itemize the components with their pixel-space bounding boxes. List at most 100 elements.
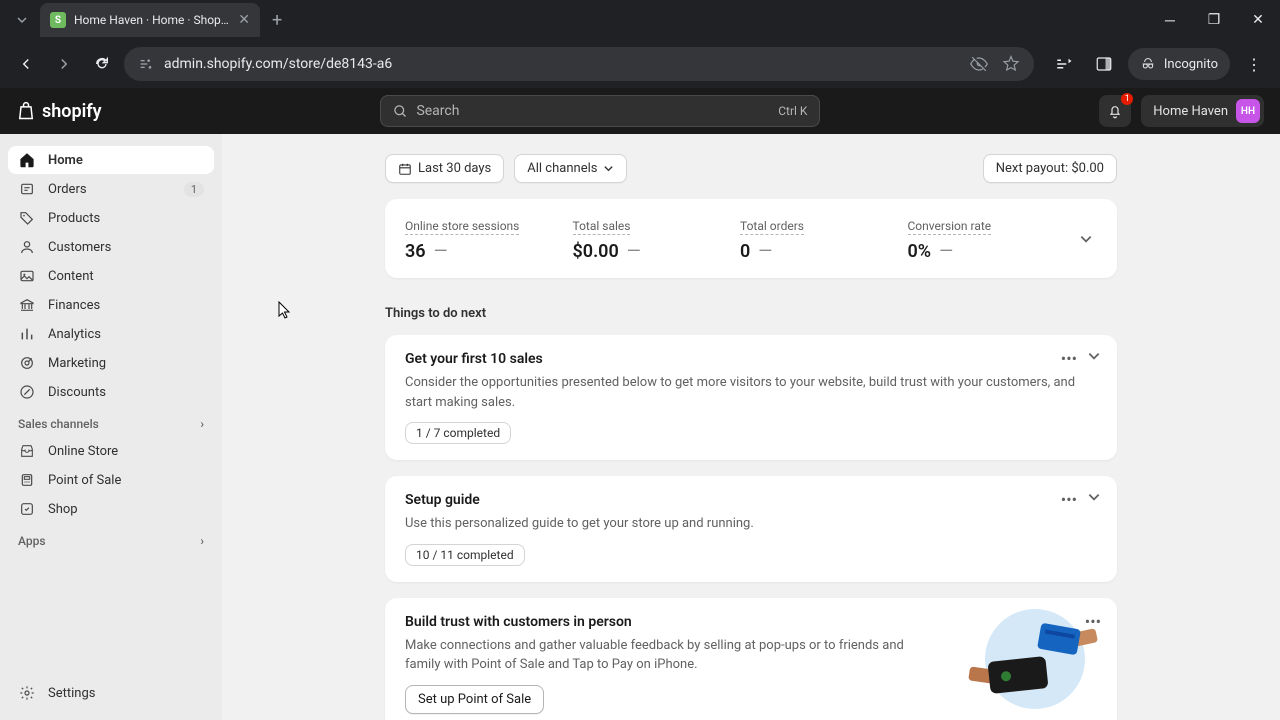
new-tab-button[interactable]: + — [272, 10, 282, 31]
nav-label: Content — [48, 269, 94, 284]
setup-pos-button[interactable]: Set up Point of Sale — [405, 685, 544, 714]
media-control-icon[interactable] — [1048, 48, 1080, 80]
nav-label: Finances — [48, 298, 100, 313]
date-range-filter[interactable]: Last 30 days — [385, 154, 504, 183]
stats-expand[interactable] — [1075, 228, 1097, 250]
store-icon — [18, 443, 36, 459]
nav-discounts[interactable]: Discounts — [8, 378, 214, 406]
notification-badge: 1 — [1121, 93, 1133, 105]
section-label: Sales channels — [18, 417, 99, 431]
search-input[interactable]: Search Ctrl K — [380, 95, 820, 127]
nav-point-of-sale[interactable]: Point of Sale — [8, 466, 214, 494]
stat-conversion[interactable]: Conversion rate 0%— — [908, 215, 1076, 262]
incognito-icon — [1140, 56, 1156, 72]
card-title: Setup guide — [405, 492, 1097, 508]
trend-neutral-icon: — — [939, 241, 953, 262]
card-setup-guide: ••• Setup guide Use this personalized gu… — [385, 476, 1117, 582]
more-actions-icon[interactable]: ••• — [1061, 490, 1077, 509]
nav-settings[interactable]: Settings — [8, 679, 214, 707]
shop-icon — [18, 501, 36, 517]
next-payout[interactable]: Next payout: $0.00 — [983, 154, 1117, 183]
apps-header[interactable]: Apps › — [8, 524, 214, 554]
chevron-down-icon[interactable] — [1087, 349, 1101, 368]
nav-label: Settings — [48, 686, 95, 701]
tab-list-dropdown[interactable] — [8, 6, 36, 34]
nav-analytics[interactable]: Analytics — [8, 320, 214, 348]
stat-total-orders[interactable]: Total orders 0— — [740, 215, 908, 262]
stat-label: Conversion rate — [908, 219, 992, 235]
url-text: admin.shopify.com/store/de8143-a6 — [164, 56, 960, 72]
stat-value: 0 — [740, 241, 750, 262]
stat-label: Online store sessions — [405, 219, 519, 235]
chevron-right-icon: › — [200, 417, 204, 431]
section-title: Things to do next — [385, 306, 1117, 321]
nav-label: Point of Sale — [48, 473, 121, 488]
card-progress: 10 / 11 completed — [405, 544, 525, 566]
kebab-menu-icon[interactable]: ⋮ — [1238, 48, 1270, 80]
orders-icon — [18, 181, 36, 197]
chart-icon — [18, 326, 36, 342]
nav-label: Customers — [48, 240, 111, 255]
card-progress: 1 / 7 completed — [405, 422, 511, 444]
reload-button[interactable] — [86, 48, 118, 80]
search-shortcut: Ctrl K — [778, 104, 807, 118]
main-content: Last 30 days All channels Next payout: $… — [222, 134, 1280, 720]
shopify-favicon-icon: S — [50, 12, 66, 28]
stat-total-sales[interactable]: Total sales $0.00— — [573, 215, 741, 262]
store-avatar: HH — [1236, 99, 1260, 123]
nav-customers[interactable]: Customers — [8, 233, 214, 261]
notifications-button[interactable]: 1 — [1099, 95, 1131, 127]
star-icon[interactable] — [1002, 55, 1020, 73]
store-switcher[interactable]: Home Haven HH — [1141, 95, 1264, 127]
nav-products[interactable]: Products — [8, 204, 214, 232]
payout-label: Next payout: $0.00 — [996, 161, 1104, 176]
stat-sessions[interactable]: Online store sessions 36— — [405, 215, 573, 262]
home-icon — [18, 152, 36, 168]
site-settings-icon[interactable] — [138, 56, 154, 72]
stat-label: Total sales — [573, 219, 631, 235]
side-panel-icon[interactable] — [1088, 48, 1120, 80]
url-bar[interactable]: admin.shopify.com/store/de8143-a6 — [124, 47, 1034, 81]
close-window-icon[interactable]: ✕ — [1236, 0, 1280, 40]
eye-off-icon[interactable] — [970, 55, 988, 73]
channel-filter[interactable]: All channels — [514, 154, 627, 183]
orders-badge: 1 — [184, 182, 204, 197]
app-topbar: shopify Search Ctrl K 1 Home Haven HH — [0, 88, 1280, 134]
nav-online-store[interactable]: Online Store — [8, 437, 214, 465]
more-actions-icon[interactable]: ••• — [1061, 349, 1077, 368]
card-title: Build trust with customers in person — [405, 614, 933, 630]
image-icon — [18, 268, 36, 284]
trend-neutral-icon: — — [434, 241, 448, 262]
nav-content[interactable]: Content — [8, 262, 214, 290]
close-tab-icon[interactable]: ✕ — [238, 12, 250, 28]
address-bar-row: admin.shopify.com/store/de8143-a6 Incogn… — [0, 40, 1280, 88]
nav-label: Online Store — [48, 444, 118, 459]
nav-label: Products — [48, 211, 100, 226]
logo-text: shopify — [42, 101, 102, 122]
chevron-down-icon[interactable] — [1087, 490, 1101, 509]
date-range-label: Last 30 days — [418, 161, 491, 176]
back-button[interactable] — [10, 48, 42, 80]
maximize-icon[interactable]: ❐ — [1192, 0, 1236, 40]
card-desc: Consider the opportunities presented bel… — [405, 373, 1097, 412]
tab-title: Home Haven · Home · Shopify — [74, 13, 230, 27]
chevron-right-icon: › — [200, 534, 204, 548]
nav-home[interactable]: Home — [8, 146, 214, 174]
browser-tab[interactable]: S Home Haven · Home · Shopify ✕ — [40, 3, 260, 37]
nav-marketing[interactable]: Marketing — [8, 349, 214, 377]
store-name: Home Haven — [1153, 104, 1228, 119]
nav-label: Marketing — [48, 356, 106, 371]
trend-neutral-icon: — — [627, 241, 641, 262]
sales-channels-header[interactable]: Sales channels › — [8, 407, 214, 437]
nav-orders[interactable]: Orders 1 — [8, 175, 214, 203]
tag-icon — [18, 210, 36, 226]
shopify-logo[interactable]: shopify — [16, 100, 102, 122]
nav-label: Discounts — [48, 385, 106, 400]
incognito-badge[interactable]: Incognito — [1128, 48, 1230, 80]
forward-button[interactable] — [48, 48, 80, 80]
card-first-sales: ••• Get your first 10 sales Consider the… — [385, 335, 1117, 460]
nav-finances[interactable]: Finances — [8, 291, 214, 319]
bell-icon — [1107, 103, 1123, 119]
minimize-icon[interactable]: ─ — [1148, 0, 1192, 40]
nav-shop[interactable]: Shop — [8, 495, 214, 523]
